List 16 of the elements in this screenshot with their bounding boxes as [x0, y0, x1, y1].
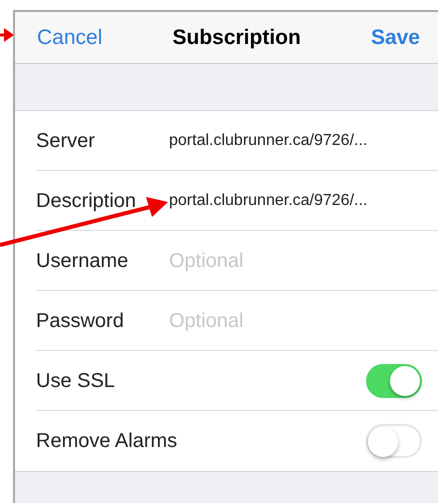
field-label: Description: [36, 188, 138, 214]
toggle-switch[interactable]: [366, 364, 422, 398]
field-label: Password: [36, 308, 125, 334]
toggle-switch[interactable]: [366, 424, 422, 458]
field-label: Username: [36, 248, 130, 274]
save-button[interactable]: Save: [370, 22, 420, 54]
cancel-button[interactable]: Cancel: [37, 22, 102, 54]
field-label: Server: [36, 128, 96, 154]
arrow-drawing: [0, 27, 14, 43]
field-label: Use SSL: [36, 368, 116, 394]
screen-title: Subscription: [172, 24, 301, 51]
input-field[interactable]: Optional: [169, 246, 434, 276]
field-label: Remove Alarms: [36, 429, 178, 454]
input-field[interactable]: Optional: [169, 306, 434, 336]
field-value[interactable]: portal.clubrunner.ca/9726/...: [169, 188, 368, 212]
field-value[interactable]: portal.clubrunner.ca/9726/...: [169, 128, 368, 152]
